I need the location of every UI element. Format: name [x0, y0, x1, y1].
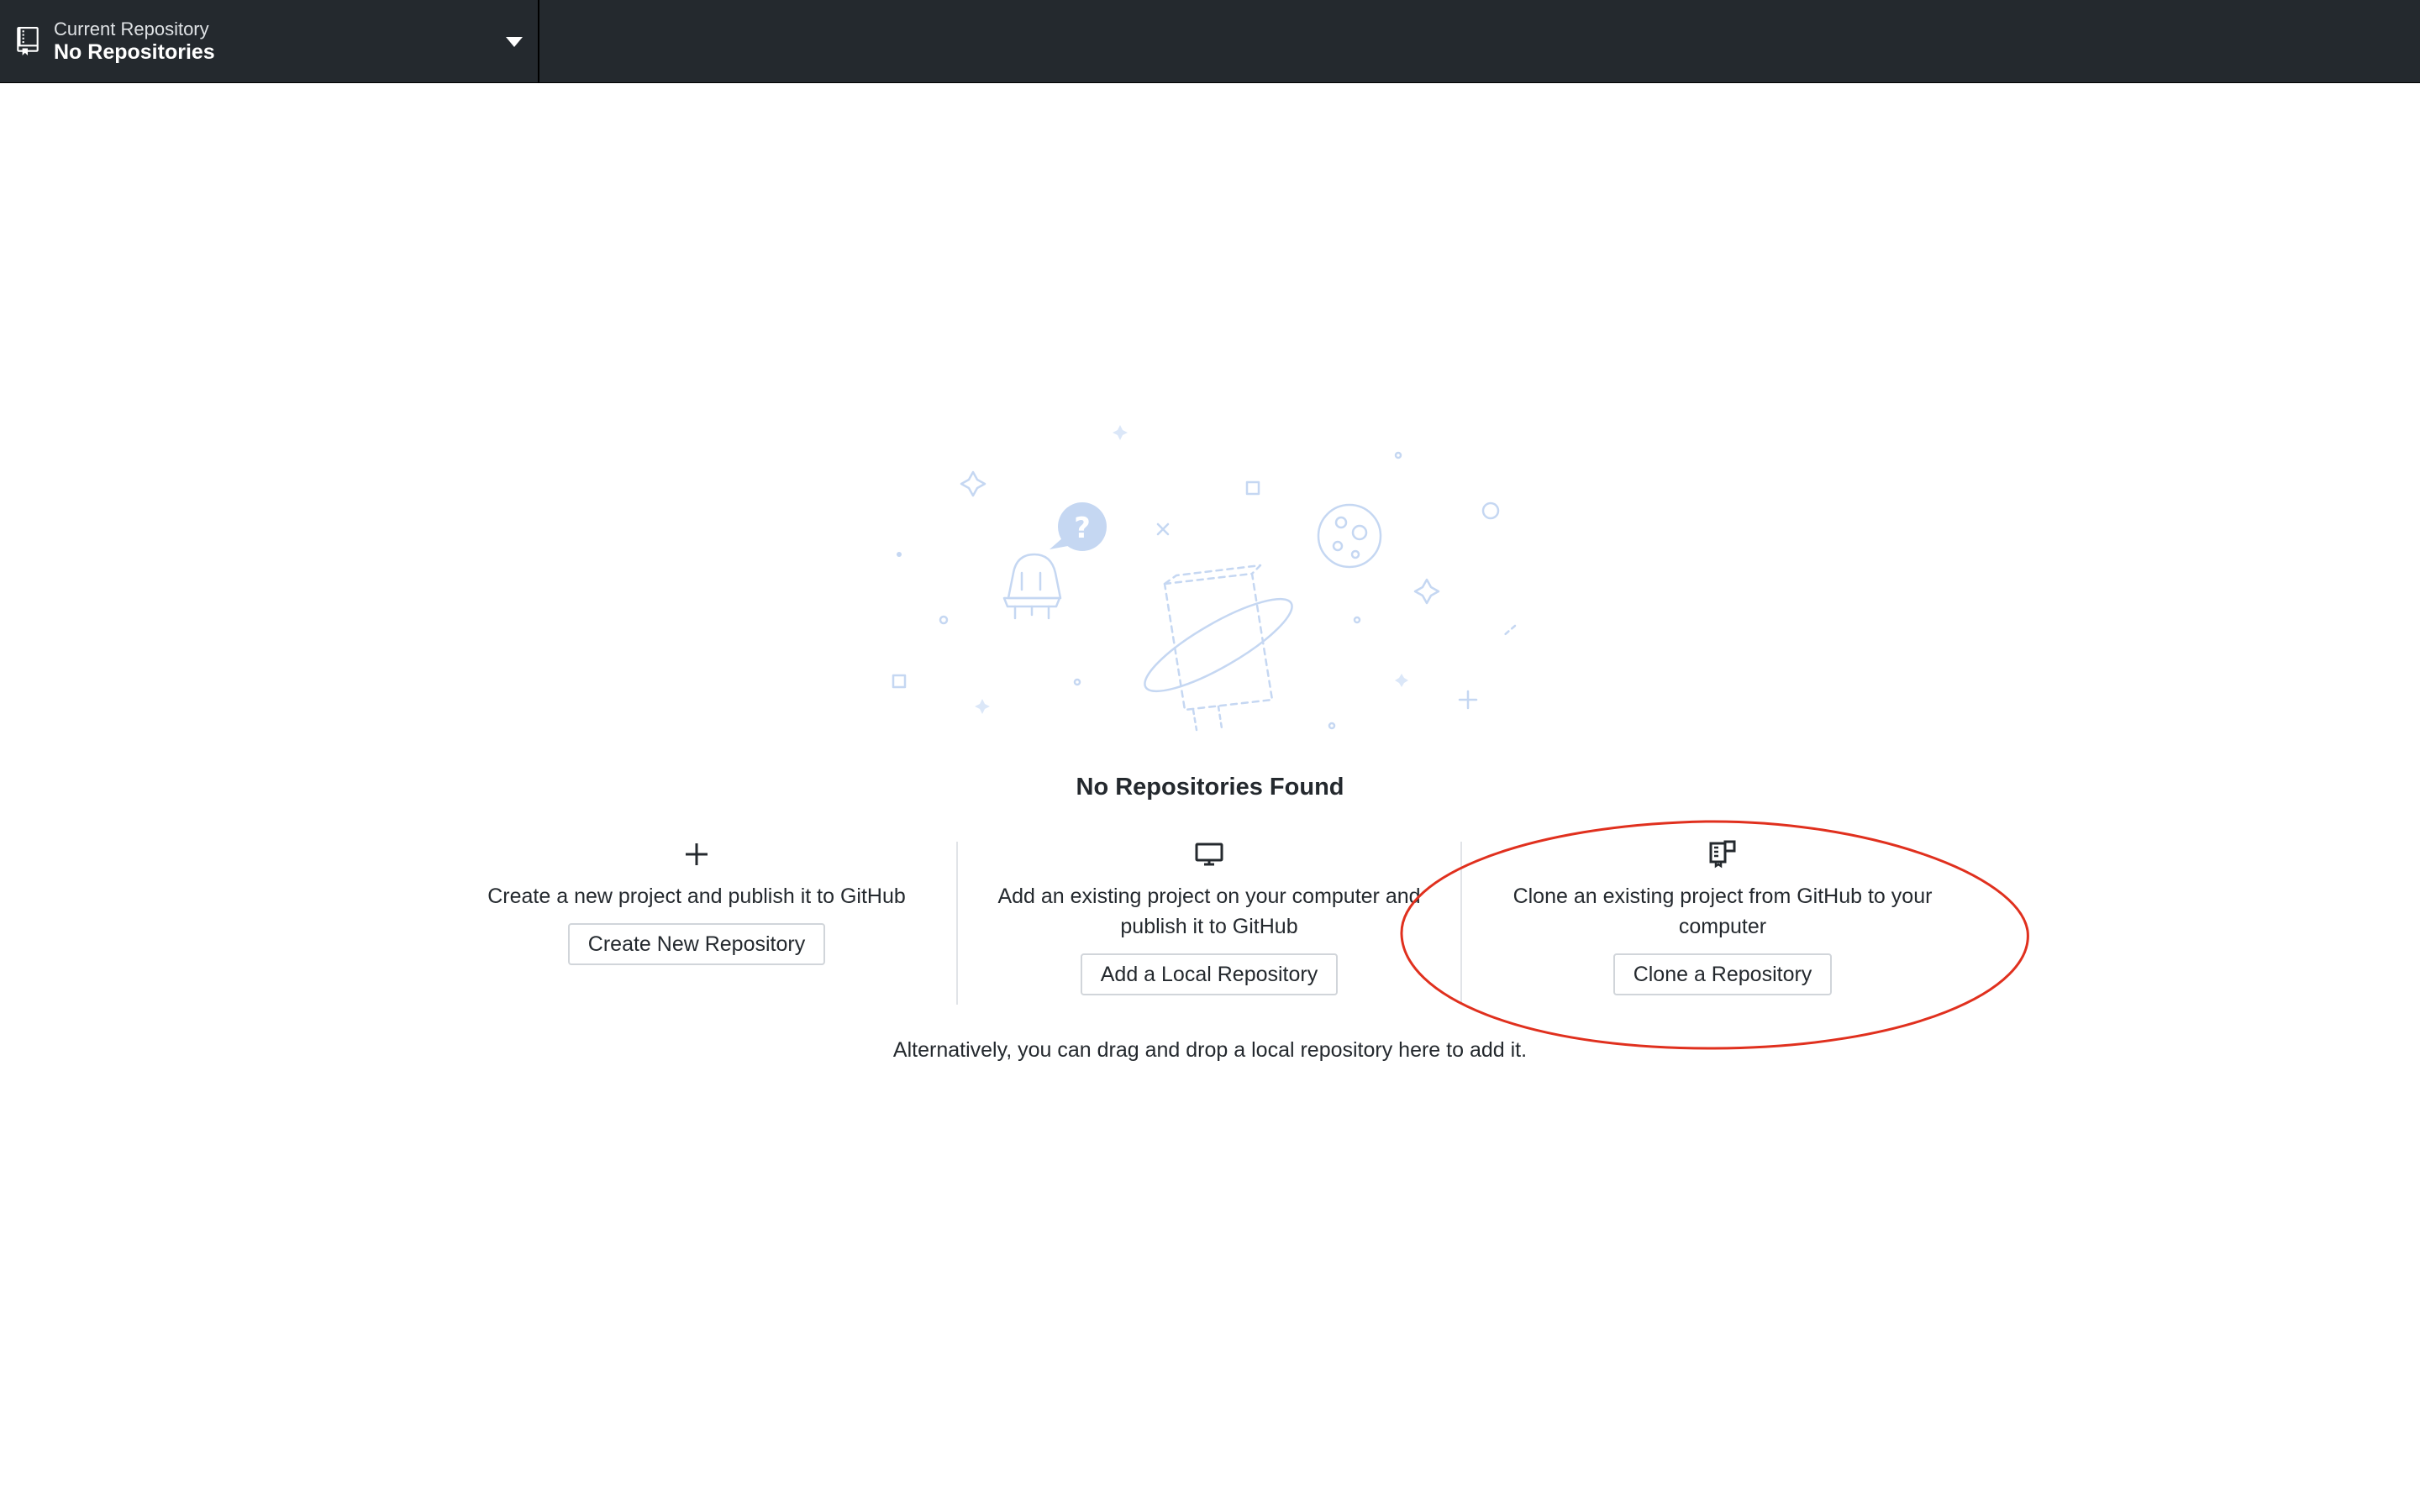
create-repository-description: Create a new project and publish it to G… — [487, 885, 906, 908]
repo-icon — [17, 27, 39, 55]
plus-icon — [686, 843, 708, 865]
blankslate-title: No Repositories Found — [1076, 774, 1344, 801]
app-toolbar: Current Repository No Repositories — [0, 0, 2420, 83]
add-local-repository-description: Add an existing project on your computer… — [997, 885, 1421, 938]
repo-clone-icon — [1709, 840, 1736, 869]
repository-caption: Current Repository — [54, 18, 209, 39]
create-repository-action: Create a new project and publish it to G… — [462, 836, 931, 965]
create-new-repository-button[interactable]: Create New Repository — [567, 923, 826, 965]
clone-a-repository-button[interactable]: Clone a Repository — [1612, 953, 1833, 995]
clone-repository-action: Clone an existing project from GitHub to… — [1487, 836, 1958, 995]
drag-drop-hint: Alternatively, you can drag and drop a l… — [892, 1038, 1528, 1062]
triangle-down-icon[interactable] — [506, 37, 523, 47]
device-desktop-icon — [1195, 843, 1223, 866]
add-local-repository-action: Add an existing project on your computer… — [983, 836, 1435, 995]
clone-repository-description: Clone an existing project from GitHub to… — [1512, 885, 1933, 938]
action-divider — [956, 842, 958, 1005]
repository-name: No Repositories — [54, 40, 215, 64]
svg-text:?: ? — [1074, 512, 1091, 545]
no-repositories-illustration: ? — [892, 425, 1517, 732]
add-local-repository-button[interactable]: Add a Local Repository — [1080, 953, 1339, 995]
current-repository-dropdown[interactable]: Current Repository No Repositories — [0, 0, 539, 83]
action-divider — [1460, 842, 1462, 1005]
